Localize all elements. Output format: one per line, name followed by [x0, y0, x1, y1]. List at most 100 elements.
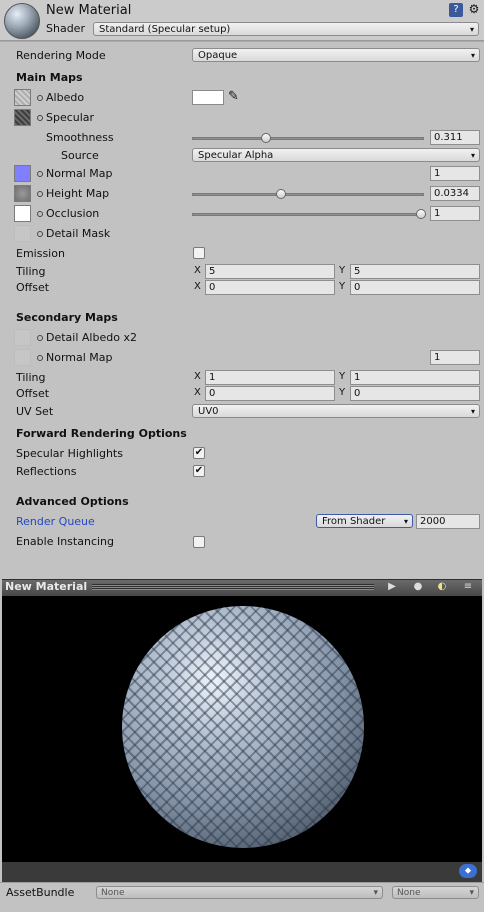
smoothness-label: Smoothness: [46, 131, 114, 144]
specular-picker-icon[interactable]: [37, 115, 43, 121]
secondary-offset-y-field[interactable]: 0: [350, 386, 480, 401]
offset-y-label: Y: [339, 281, 346, 292]
rendering-mode-label: Rendering Mode: [16, 49, 106, 62]
main-maps-heading: Main Maps: [16, 71, 83, 84]
render-queue-label: Render Queue: [16, 515, 95, 528]
smoothness-field[interactable]: 0.311: [430, 130, 480, 145]
book-icon[interactable]: ?: [449, 3, 463, 17]
secondary-tiling-label: Tiling: [16, 371, 46, 384]
dropdown-arrow-icon: ▾: [469, 25, 474, 34]
offset-x-field[interactable]: 0: [205, 280, 335, 295]
secondary-normal-map-scale-field[interactable]: 1: [430, 350, 480, 365]
rendering-mode-value: Opaque: [198, 50, 238, 61]
label-tag-icon[interactable]: ⬥: [459, 864, 477, 878]
shader-dropdown[interactable]: Standard (Specular setup) ▾: [93, 22, 479, 36]
tiling-x-field[interactable]: 5: [205, 264, 335, 279]
forward-rendering-heading: Forward Rendering Options: [16, 427, 187, 440]
asset-bundle-variant-value: None: [397, 888, 421, 898]
height-map-label: Height Map: [46, 187, 110, 200]
rendering-mode-dropdown[interactable]: Opaque ▾: [192, 48, 480, 62]
asset-bundle-label: AssetBundle: [6, 886, 75, 899]
play-icon[interactable]: ▶: [382, 580, 402, 594]
occlusion-picker-icon[interactable]: [37, 211, 43, 217]
smoothness-slider-track[interactable]: [192, 137, 424, 140]
source-value: Specular Alpha: [198, 150, 274, 161]
offset-y-field[interactable]: 0: [350, 280, 480, 295]
asset-bundle-variant-dropdown[interactable]: None ▾: [392, 886, 479, 899]
preview-footer: [2, 862, 482, 882]
secondary-tiling-y-label: Y: [339, 371, 346, 382]
occlusion-texture-slot[interactable]: [14, 205, 31, 222]
detail-albedo-picker-icon[interactable]: [37, 335, 43, 341]
detail-mask-texture-slot[interactable]: [14, 225, 31, 242]
normal-map-scale-field[interactable]: 1: [430, 166, 480, 181]
occlusion-slider-thumb[interactable]: [416, 209, 426, 219]
secondary-normal-map-picker-icon[interactable]: [37, 355, 43, 361]
gear-icon[interactable]: ⚙: [467, 2, 481, 16]
normal-map-label: Normal Map: [46, 167, 113, 180]
tiling-x-label: X: [194, 265, 201, 276]
albedo-picker-icon[interactable]: [37, 95, 43, 101]
source-label: Source: [61, 149, 99, 162]
dropdown-arrow-icon: ▾: [469, 888, 474, 898]
eyedropper-icon[interactable]: ✎: [228, 89, 239, 104]
smoothness-slider-thumb[interactable]: [261, 133, 271, 143]
secondary-offset-label: Offset: [16, 387, 50, 400]
height-map-texture-slot[interactable]: [14, 185, 31, 202]
specular-texture-slot[interactable]: [14, 109, 31, 126]
secondary-offset-x-field[interactable]: 0: [205, 386, 335, 401]
height-map-slider-track[interactable]: [192, 193, 424, 196]
secondary-tiling-x-field[interactable]: 1: [205, 370, 335, 385]
secondary-maps-heading: Secondary Maps: [16, 311, 118, 324]
normal-map-picker-icon[interactable]: [37, 171, 43, 177]
source-dropdown[interactable]: Specular Alpha ▾: [192, 148, 480, 162]
preview-sphere: [122, 606, 364, 848]
asset-bundle-name-dropdown[interactable]: None ▾: [96, 886, 383, 899]
lights-icon[interactable]: ◐: [432, 580, 452, 594]
specular-label: Specular: [46, 111, 95, 124]
height-map-picker-icon[interactable]: [37, 191, 43, 197]
secondary-tiling-x-label: X: [194, 371, 201, 382]
normal-map-texture-slot[interactable]: [14, 165, 31, 182]
reflections-checkbox[interactable]: ✔: [193, 465, 205, 477]
detail-mask-picker-icon[interactable]: [37, 231, 43, 237]
tiling-y-field[interactable]: 5: [350, 264, 480, 279]
render-queue-field[interactable]: 2000: [416, 514, 480, 529]
render-queue-mode-dropdown[interactable]: From Shader ▾: [316, 514, 413, 528]
secondary-tiling-y-field[interactable]: 1: [350, 370, 480, 385]
dropdown-arrow-icon: ▾: [470, 151, 475, 160]
uv-set-value: UV0: [198, 406, 219, 417]
occlusion-slider-track[interactable]: [192, 213, 424, 216]
secondary-offset-y-label: Y: [339, 387, 346, 398]
specular-highlights-label: Specular Highlights: [16, 447, 123, 460]
preview-resize-grip[interactable]: [92, 584, 374, 590]
uv-set-dropdown[interactable]: UV0 ▾: [192, 404, 480, 418]
uv-set-label: UV Set: [16, 405, 54, 418]
sphere-shape-icon[interactable]: ●: [408, 580, 428, 594]
albedo-texture-slot[interactable]: [14, 89, 31, 106]
detail-mask-label: Detail Mask: [46, 227, 111, 240]
reflections-label: Reflections: [16, 465, 77, 478]
emission-checkbox[interactable]: [193, 247, 205, 259]
tiling-y-label: Y: [339, 265, 346, 276]
detail-albedo-label: Detail Albedo x2: [46, 331, 137, 344]
dropdown-arrow-icon: ▾: [470, 51, 475, 60]
dropdown-arrow-icon: ▾: [373, 888, 378, 898]
render-queue-mode-value: From Shader: [322, 516, 386, 527]
enable-instancing-checkbox[interactable]: [193, 536, 205, 548]
emission-label: Emission: [16, 247, 65, 260]
secondary-normal-map-label: Normal Map: [46, 351, 113, 364]
specular-highlights-checkbox[interactable]: ✔: [193, 447, 205, 459]
albedo-color-swatch[interactable]: [192, 90, 224, 105]
detail-albedo-texture-slot[interactable]: [14, 329, 31, 346]
advanced-options-heading: Advanced Options: [16, 495, 129, 508]
preview-menu-icon[interactable]: ≡: [458, 580, 478, 594]
occlusion-field[interactable]: 1: [430, 206, 480, 221]
offset-label: Offset: [16, 281, 50, 294]
secondary-normal-map-texture-slot[interactable]: [14, 349, 31, 366]
height-map-slider-thumb[interactable]: [276, 189, 286, 199]
height-map-field[interactable]: 0.0334: [430, 186, 480, 201]
dropdown-arrow-icon: ▾: [470, 407, 475, 416]
material-thumbnail: [4, 3, 40, 39]
header-divider: [0, 41, 484, 42]
